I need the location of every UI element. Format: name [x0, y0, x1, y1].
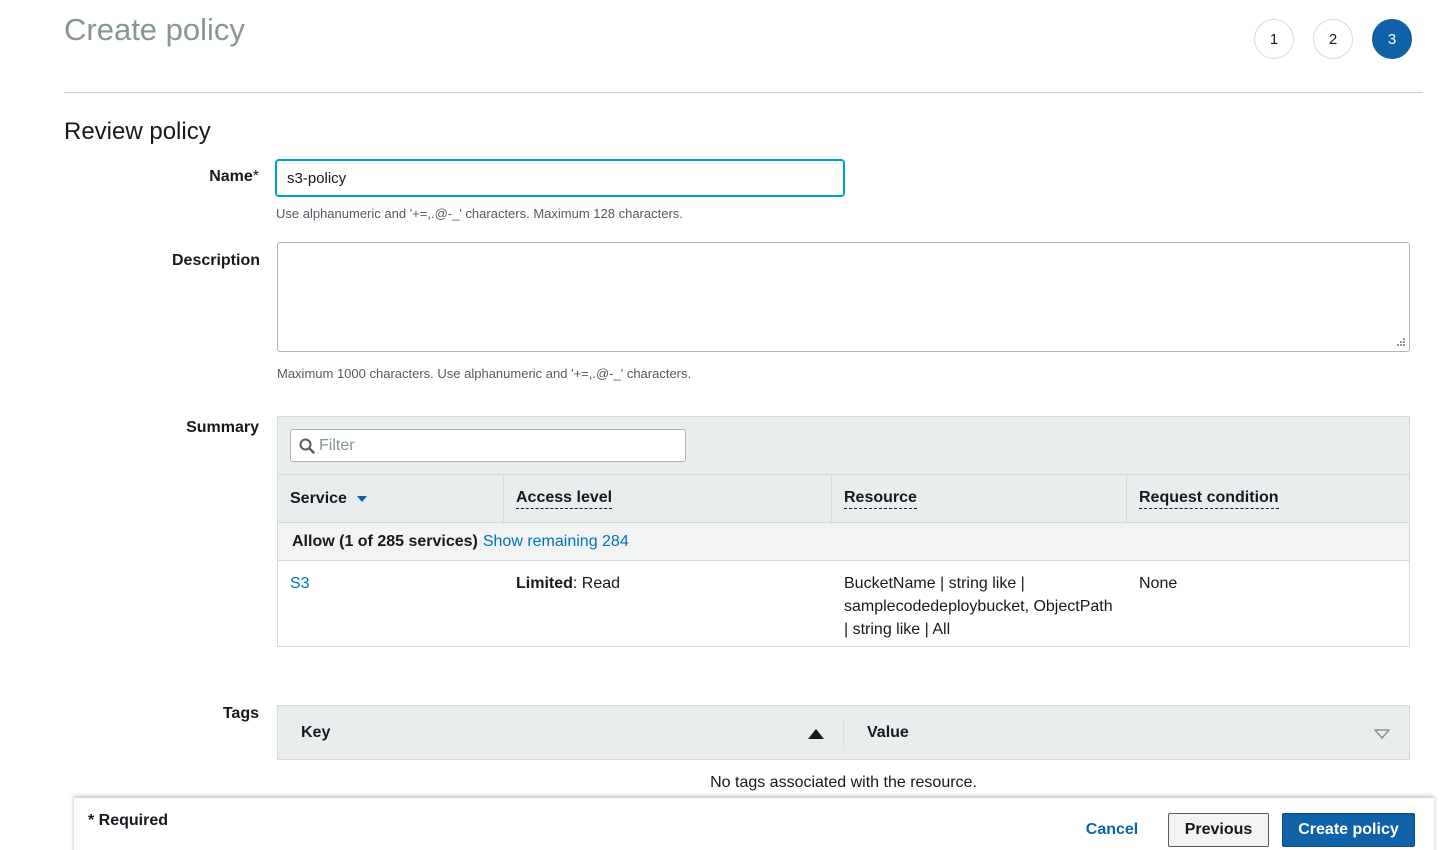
description-label: Description [171, 252, 260, 269]
access-level-cell: Limited: Read [504, 561, 832, 647]
create-policy-button[interactable]: Create policy [1282, 813, 1415, 847]
column-service-label: Service [290, 490, 347, 507]
sort-down-icon[interactable] [356, 496, 367, 502]
search-icon [299, 438, 315, 454]
tags-column-value[interactable]: Value [844, 706, 1409, 759]
condition-cell: None [1139, 575, 1178, 592]
header-divider [64, 92, 1423, 93]
section-title: Review policy [64, 118, 211, 145]
resize-grip-icon[interactable] [1394, 337, 1406, 349]
summary-header-row: Service Access level Resource Request co… [278, 475, 1409, 523]
table-row: S3 Limited: Read BucketName | string lik… [278, 561, 1409, 647]
summary-toolbar [278, 417, 1409, 475]
sort-down-outline-icon[interactable] [1374, 729, 1390, 739]
previous-button[interactable]: Previous [1168, 813, 1269, 847]
tags-column-value-label: Value [867, 723, 909, 741]
allow-group-row: Allow (1 of 285 services) Show remaining… [278, 523, 1409, 561]
column-request-condition[interactable]: Request condition [1127, 475, 1409, 523]
wizard-steps: 1 2 3 [1254, 19, 1412, 59]
column-request-condition-label: Request condition [1139, 489, 1279, 509]
step-3-current: 3 [1372, 19, 1412, 59]
step-2[interactable]: 2 [1313, 19, 1353, 59]
footer-bar: * Required Cancel Previous Create policy [74, 797, 1434, 850]
filter-input[interactable] [319, 436, 669, 455]
name-label: Name* [209, 168, 259, 185]
tags-table-header: Key Value [277, 705, 1410, 760]
allow-group-label: Allow (1 of 285 services) [292, 532, 478, 550]
access-level-rest: : Read [572, 575, 621, 592]
column-resource-label: Resource [844, 489, 917, 509]
no-tags-message: No tags associated with the resource. [710, 774, 977, 791]
summary-label: Summary [186, 419, 259, 436]
access-level-bold: Limited [516, 575, 573, 592]
sort-up-icon[interactable] [808, 728, 824, 739]
required-mark: * [252, 168, 259, 185]
summary-table: Service Access level Resource Request co… [277, 416, 1410, 647]
service-link-s3[interactable]: S3 [290, 575, 310, 592]
cancel-button[interactable]: Cancel [1074, 813, 1150, 847]
tags-column-key-label: Key [301, 723, 331, 741]
name-input[interactable] [276, 160, 844, 196]
step-1[interactable]: 1 [1254, 19, 1294, 59]
column-access-level[interactable]: Access level [504, 475, 832, 523]
name-hint: Use alphanumeric and '+=,.@-_' character… [276, 206, 683, 221]
filter-field[interactable] [290, 429, 686, 462]
column-access-level-label: Access level [516, 489, 613, 509]
tags-column-key[interactable]: Key [278, 719, 844, 746]
tags-label: Tags [222, 705, 259, 722]
description-hint: Maximum 1000 characters. Use alphanumeri… [277, 366, 692, 381]
page-title: Create policy [64, 12, 245, 47]
required-note: * Required [88, 812, 169, 829]
description-textarea[interactable] [277, 242, 1410, 352]
resource-cell: BucketName | string like | samplecodedep… [844, 575, 1113, 638]
column-resource[interactable]: Resource [832, 475, 1127, 523]
column-service[interactable]: Service [278, 475, 504, 523]
service-cell: S3 [278, 561, 504, 647]
show-remaining-link[interactable]: Show remaining 284 [483, 533, 629, 551]
